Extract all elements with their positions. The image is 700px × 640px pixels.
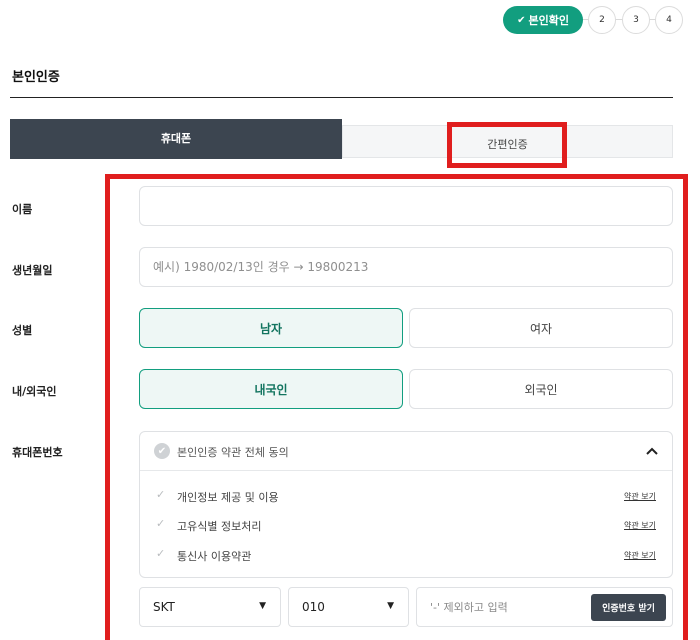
birth-label: 생년월일 xyxy=(12,264,53,277)
tab-phone[interactable]: 휴대폰 xyxy=(10,119,342,159)
step-2: 2 xyxy=(588,6,616,34)
highlight-box-form xyxy=(105,174,688,640)
step-3: 3 xyxy=(622,6,650,34)
step-1-active: ✔ 본인확인 xyxy=(503,6,583,34)
step-4: 4 xyxy=(655,6,683,34)
phone-label: 휴대폰번호 xyxy=(12,446,63,459)
auth-method-tabs: 휴대폰 간편인증 xyxy=(10,119,673,159)
step-1-label: 본인확인 xyxy=(528,14,569,27)
check-icon: ✔ xyxy=(517,14,526,26)
gender-label: 성별 xyxy=(12,324,33,337)
page-title: 본인인증 xyxy=(12,70,60,85)
name-label: 이름 xyxy=(12,203,33,216)
title-divider xyxy=(10,97,673,98)
highlight-box-tab xyxy=(447,122,567,168)
progress-stepper: ✔ 본인확인 2 3 4 xyxy=(503,6,683,34)
nationality-label: 내/외국인 xyxy=(12,385,57,398)
